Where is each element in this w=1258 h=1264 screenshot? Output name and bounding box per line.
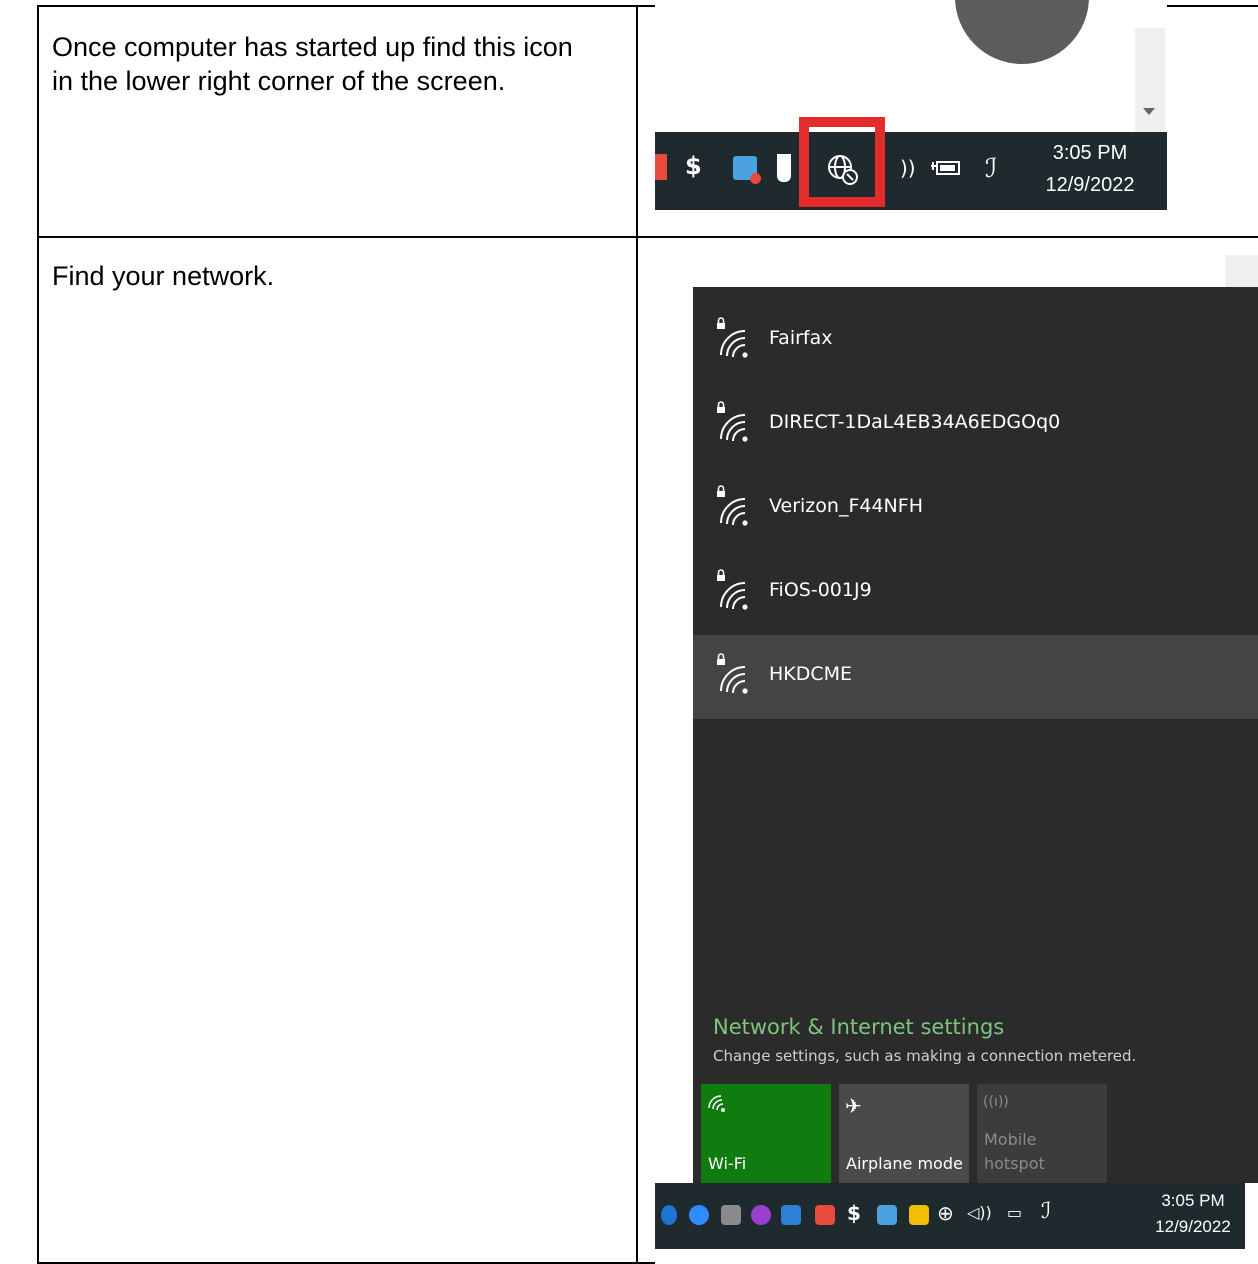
mobile-hotspot-tile[interactable]: ((ı)) Mobile hotspot [977,1084,1107,1183]
network-name: FiOS-001J9 [769,579,872,601]
secured-wifi-icon [715,317,755,361]
wifi-toggle-tile[interactable]: Wi-Fi [701,1084,831,1183]
network-name: Verizon_F44NFH [769,495,923,517]
tray-time[interactable]: 3:05 PM [1035,142,1145,165]
secured-wifi-icon [715,485,755,529]
wifi-tile-label: Wi-Fi [708,1154,747,1173]
scrollbar[interactable] [1135,28,1165,132]
instruction-text-2: Find your network. [52,261,275,291]
secured-wifi-icon [715,653,755,697]
zoom-icon[interactable] [689,1205,709,1225]
network-settings-link[interactable]: Network & Internet settings [713,1015,1004,1039]
network-list-item[interactable]: DIRECT-1DaL4EB34A6EDGOq0 [693,383,1258,467]
partial-circle-graphic [955,0,1089,64]
taskbar-screenshot: $ )) ℐ 3:05 PM 12/9/2022 [655,0,1167,210]
network-settings-description: Change settings, such as making a connec… [713,1047,1137,1065]
network-list-item[interactable]: Verizon_F44NFH [693,467,1258,551]
table-column-divider [636,5,638,1264]
network-list-item[interactable]: HKDCME [693,635,1258,719]
network-flyout: Fairfax DIRECT-1DaL4EB34A6EDGOq0 Verizon_F… [693,287,1258,1183]
pen-ink-icon[interactable]: ℐ [1041,1199,1051,1224]
pen-ink-icon[interactable]: ℐ [985,154,997,184]
hotspot-tile-label: Mobile hotspot [984,1130,1045,1173]
dollar-app-icon[interactable]: $ [847,1201,861,1225]
tray-time[interactable]: 3:05 PM [1143,1191,1243,1211]
volume-icon[interactable]: ◁)) [967,1203,992,1222]
shield-icon[interactable] [777,154,791,182]
scrollbar[interactable] [1225,255,1258,287]
taskbar: $ )) ℐ 3:05 PM 12/9/2022 [655,132,1167,210]
network-name: Fairfax [769,327,833,349]
scroll-down-arrow-icon[interactable] [1143,108,1155,115]
hotspot-icon: ((ı)) [983,1094,1009,1110]
highlight-box [799,117,885,207]
airplane-mode-tile[interactable]: ✈ Airplane mode [839,1084,969,1183]
app-tray-icon[interactable] [733,156,761,184]
battery-icon[interactable]: ▭ [1007,1203,1022,1222]
airplane-tile-label: Airplane mode [846,1154,963,1173]
instruction-text-1: Once computer has started up find this i… [52,32,573,96]
s-app-icon[interactable] [815,1205,835,1225]
bluetooth-icon[interactable] [661,1205,677,1225]
shield-icon[interactable] [909,1205,929,1225]
table-left-border [37,5,39,1264]
battery-icon[interactable] [929,158,963,182]
app-tray-icon[interactable] [751,1205,771,1225]
secured-wifi-icon [715,569,755,613]
taskbar: $ ⊕ ◁)) ▭ ℐ 3:05 PM 12/9/2022 [655,1183,1245,1249]
tray-date[interactable]: 12/9/2022 [1035,174,1145,197]
outlook-icon[interactable] [781,1205,801,1225]
globe-network-icon[interactable]: ⊕ [937,1201,954,1225]
network-list-item[interactable]: Fairfax [693,299,1258,383]
app-tray-icon[interactable] [721,1205,741,1225]
table-row-divider [37,236,1258,238]
volume-icon[interactable]: )) [900,156,916,180]
network-flyout-screenshot: Fairfax DIRECT-1DaL4EB34A6EDGOq0 Verizon_F… [655,250,1258,1264]
wifi-icon [707,1094,727,1119]
network-name: HKDCME [769,663,853,685]
app-tray-icon[interactable] [877,1205,897,1225]
network-name: DIRECT-1DaL4EB34A6EDGOq0 [769,411,1061,433]
s-app-icon[interactable] [655,154,667,180]
airplane-icon: ✈ [845,1094,862,1118]
secured-wifi-icon [715,401,755,445]
tray-date[interactable]: 12/9/2022 [1143,1217,1243,1237]
dollar-app-icon[interactable]: $ [685,152,702,180]
network-list-item[interactable]: FiOS-001J9 [693,551,1258,635]
